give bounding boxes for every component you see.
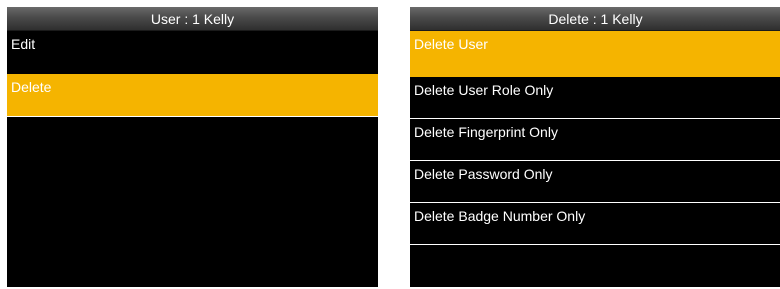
user-menu-screen: User : 1 Kelly Edit Delete xyxy=(7,7,378,287)
delete-menu-screen: Delete : 1 Kelly Delete User Delete User… xyxy=(410,7,780,287)
user-menu-list: Edit Delete xyxy=(7,31,378,117)
menu-item-delete[interactable]: Delete xyxy=(7,74,378,117)
menu-item-edit[interactable]: Edit xyxy=(7,31,378,74)
menu-item-delete-fingerprint-only[interactable]: Delete Fingerprint Only xyxy=(410,119,780,161)
screen-title: User : 1 Kelly xyxy=(7,7,378,31)
menu-item-delete-user-role-only[interactable]: Delete User Role Only xyxy=(410,77,780,119)
screen-title: Delete : 1 Kelly xyxy=(410,7,780,31)
menu-item-delete-password-only[interactable]: Delete Password Only xyxy=(410,161,780,203)
delete-menu-list: Delete User Delete User Role Only Delete… xyxy=(410,31,780,245)
menu-item-delete-user[interactable]: Delete User xyxy=(410,31,780,77)
menu-item-delete-badge-number-only[interactable]: Delete Badge Number Only xyxy=(410,203,780,245)
